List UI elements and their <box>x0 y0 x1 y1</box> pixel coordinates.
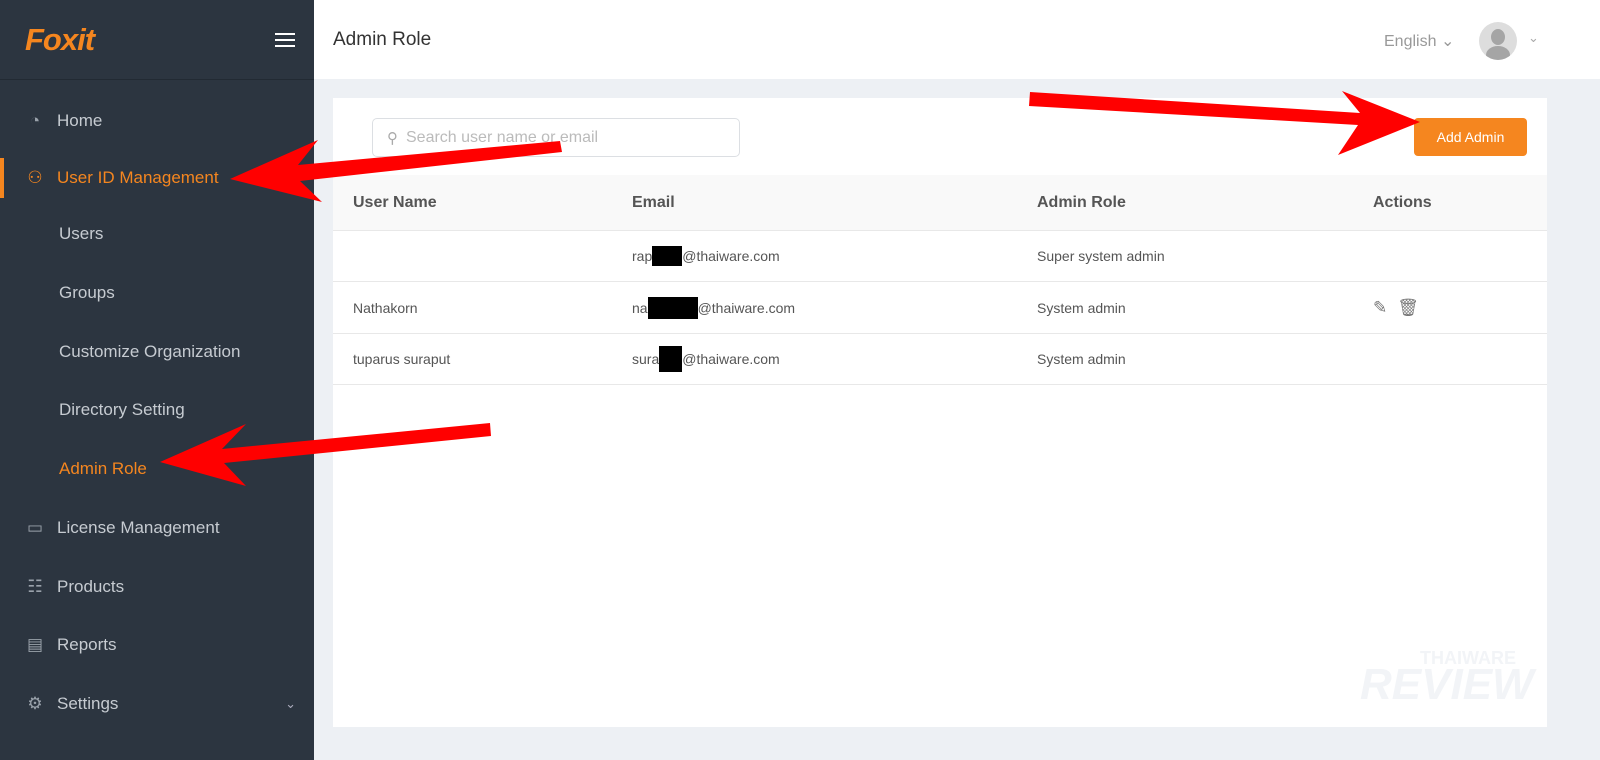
admin-role: System admin <box>1037 351 1126 367</box>
page-title: Admin Role <box>333 29 432 50</box>
label: Reports <box>57 635 117 654</box>
redaction-block <box>647 296 698 319</box>
redaction-block <box>659 346 683 372</box>
sidebar-item-settings[interactable]: ⚙ Settings ⌄ <box>0 684 314 724</box>
edit-icon[interactable]: ✎ <box>1373 298 1387 318</box>
label: Admin Role <box>59 459 147 478</box>
redaction-block <box>652 246 683 266</box>
email: rap @thaiware.com <box>632 231 780 281</box>
report-icon: ▤ <box>26 635 44 654</box>
sidebar-item-reports[interactable]: ▤ Reports <box>0 625 314 665</box>
label: Users <box>59 224 104 243</box>
email-prefix: na <box>632 299 648 316</box>
header: Admin Role English ⌄ ⌄ <box>314 0 1600 79</box>
table-row: tuparus suraput sura @thaiware.com System… <box>333 334 1547 385</box>
sidebar: Foxit ◔ Home ⚇ User ID Management Users Gr… <box>0 0 314 760</box>
trash-icon[interactable]: 🗑 <box>1397 298 1419 318</box>
sidebar-item-directory-setting[interactable]: Directory Setting <box>0 390 314 430</box>
sidebar-item-user-id-management[interactable]: ⚇ User ID Management <box>0 158 314 198</box>
search-input[interactable]: ⚲ Search user name or email <box>372 118 740 157</box>
label: User ID Management <box>57 168 219 187</box>
label: Customize Organization <box>59 342 241 361</box>
add-admin-button[interactable]: Add Admin <box>1414 118 1527 156</box>
sidebar-item-users[interactable]: Users <box>0 214 314 254</box>
table-row: rap @thaiware.com Super system admin <box>333 231 1547 282</box>
chevron-down-icon: ⌄ <box>1440 33 1455 50</box>
language-selector[interactable]: English ⌄ <box>1384 31 1454 51</box>
email: sura @thaiware.com <box>632 334 780 384</box>
column-header: Actions <box>1373 193 1432 211</box>
column-header: Admin Role <box>1037 193 1126 211</box>
language-label: English <box>1384 33 1437 50</box>
search-icon: ⚲ <box>387 129 398 147</box>
email-suffix: @thaiware.com <box>697 299 796 316</box>
sidebar-item-groups[interactable]: Groups <box>0 273 314 313</box>
email: na @thaiware.com <box>632 282 795 333</box>
email-suffix: @thaiware.com <box>682 248 780 264</box>
logo-bar: Foxit <box>0 0 314 80</box>
table-header: User Name Email Admin Role Actions <box>333 175 1547 231</box>
user-name: tuparus suraput <box>353 351 451 367</box>
column-header: User Name <box>353 193 437 211</box>
dashboard-icon: ◔ <box>29 111 41 130</box>
chevron-down-icon: ⌄ <box>285 696 296 711</box>
sidebar-item-license-management[interactable]: ▭ License Management <box>0 508 314 548</box>
sidebar-item-admin-role[interactable]: Admin Role <box>0 449 314 489</box>
sidebar-item-customize-organization[interactable]: Customize Organization <box>0 332 314 372</box>
admin-role: System admin <box>1037 299 1126 316</box>
table-row: Nathakorn na @thaiware.com System admin ✎… <box>333 282 1547 334</box>
label: License Management <box>57 518 220 537</box>
avatar[interactable] <box>1479 22 1517 60</box>
watermark-bottom: REVIEW <box>1360 660 1534 709</box>
admin-role-card: ⚲ Search user name or email Add Admin Use… <box>333 98 1547 727</box>
email-suffix: @thaiware.com <box>682 351 780 367</box>
gear-icon: ⚙ <box>27 694 43 713</box>
label: Groups <box>59 283 115 302</box>
sidebar-item-products[interactable]: ☷ Products <box>0 567 314 607</box>
foxit-logo: Foxit <box>25 22 95 57</box>
row-actions: ✎ 🗑 <box>1373 282 1429 333</box>
email-prefix: rap <box>632 248 653 264</box>
user-name: Nathakorn <box>353 299 418 316</box>
admin-role: Super system admin <box>1037 248 1165 264</box>
cast-icon: ▭ <box>26 518 44 537</box>
list-icon: ☷ <box>27 577 43 596</box>
search-placeholder: Search user name or email <box>406 128 599 146</box>
label: Products <box>57 577 125 596</box>
label: Settings <box>57 694 119 713</box>
label: Directory Setting <box>59 400 185 419</box>
label: Home <box>57 111 103 130</box>
users-icon: ⚇ <box>27 168 43 187</box>
column-header: Email <box>632 193 675 211</box>
chevron-down-icon[interactable]: ⌄ <box>1528 30 1539 46</box>
hamburger-menu-icon[interactable] <box>275 33 295 47</box>
sidebar-item-home[interactable]: ◔ Home <box>0 101 314 141</box>
email-prefix: sura <box>632 351 660 367</box>
